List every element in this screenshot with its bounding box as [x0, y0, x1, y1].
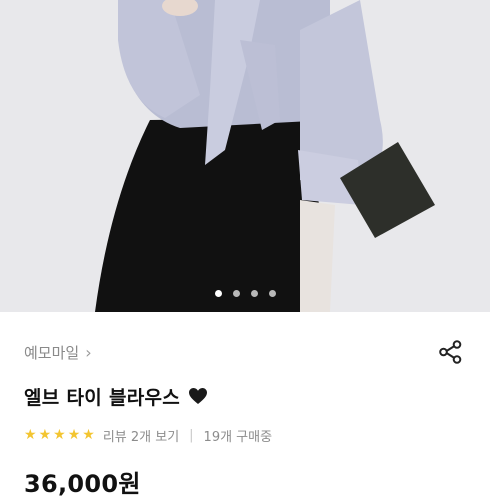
carousel-dot[interactable] — [214, 290, 222, 297]
star-icon: ★ — [24, 427, 37, 443]
carousel-dot[interactable] — [250, 290, 258, 297]
product-meta: ★ ★ ★ ★ ★ 리뷰 2개 보기 | 19개 구매중 — [24, 424, 272, 446]
product-photo — [0, 0, 490, 312]
rating-stars: ★ ★ ★ ★ ★ — [24, 428, 95, 442]
share-button[interactable] — [436, 338, 464, 366]
star-icon: ★ — [53, 427, 66, 443]
meta-separator: | — [189, 427, 194, 443]
product-price: 36,000원 — [24, 470, 141, 498]
share-icon — [439, 340, 462, 364]
product-title-row: 엘브 타이 블라우스 — [24, 382, 208, 410]
shop-name: 예모마일 — [24, 343, 80, 362]
carousel-dot[interactable] — [232, 290, 240, 297]
chevron-right-icon: › — [85, 342, 92, 362]
star-icon: ★ — [82, 427, 95, 443]
product-title: 엘브 타이 블라우스 — [24, 386, 181, 409]
star-icon: ★ — [38, 427, 52, 443]
carousel-dot[interactable] — [268, 290, 276, 297]
star-icon: ★ — [67, 427, 81, 443]
product-image[interactable] — [0, 0, 490, 312]
reviews-link[interactable]: 리뷰 2개 보기 — [103, 426, 179, 445]
purchase-count: 19개 구매중 — [203, 429, 273, 445]
shop-link[interactable]: 예모마일 › — [24, 340, 92, 364]
heart-icon — [189, 388, 208, 404]
carousel-indicator — [0, 290, 490, 297]
